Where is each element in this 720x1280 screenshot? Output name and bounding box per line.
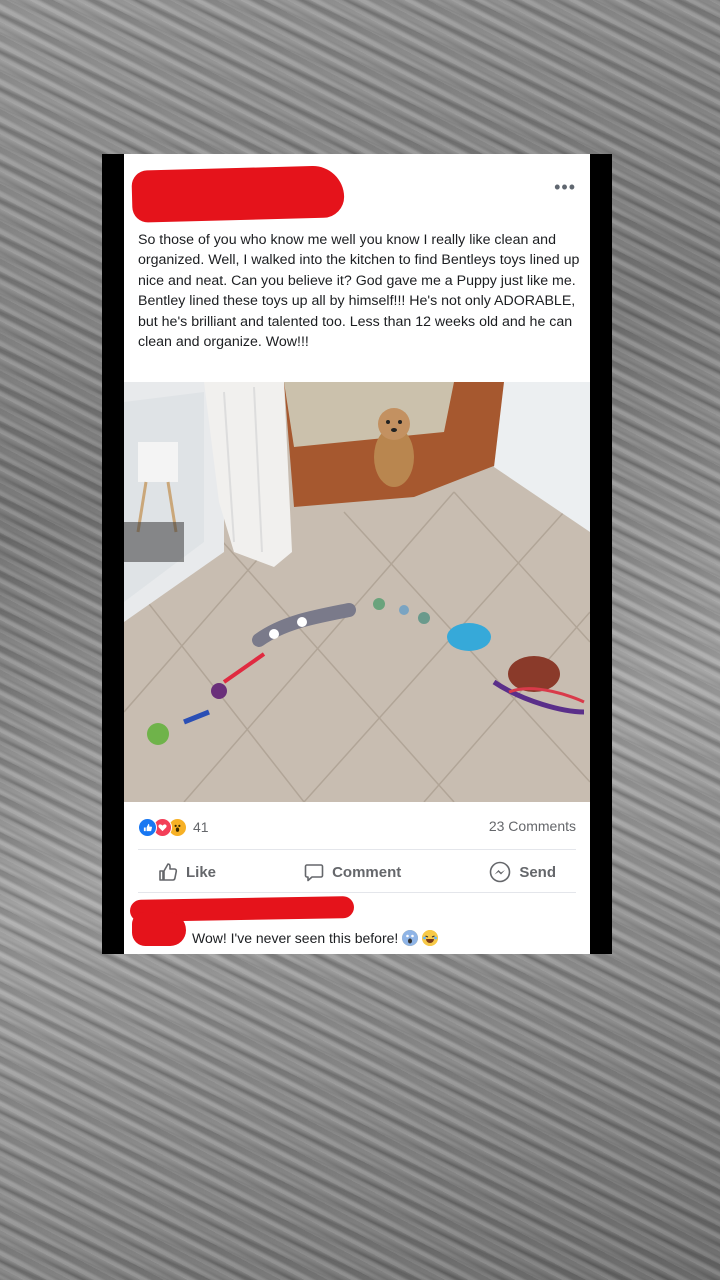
send-label: Send [519, 863, 556, 881]
thumbs-up-icon [159, 863, 178, 881]
like-label: Like [186, 863, 217, 881]
like-icon [138, 817, 157, 837]
puppy-toys-photo [124, 382, 590, 802]
comment-label: Comment [332, 863, 402, 881]
comment-text: Wow! I've never seen this before! [192, 930, 399, 946]
comment-button[interactable]: Comment [284, 862, 421, 882]
comment-body: Wow! I've never seen this before! [192, 930, 439, 946]
redacted-avatar [132, 912, 186, 946]
scream-emoji-icon [402, 930, 419, 946]
divider [138, 849, 576, 850]
like-button[interactable]: Like [138, 862, 236, 882]
comment-item: Wow! I've never seen this before! [124, 894, 590, 954]
post-actions-bar: Like Comment Send [138, 854, 576, 890]
redacted-poster-name [131, 165, 345, 223]
divider [138, 892, 576, 893]
comments-count-link[interactable]: 23 Comments [489, 818, 576, 834]
speech-bubble-icon [304, 864, 324, 882]
post-text: So those of you who know me well you kno… [138, 232, 580, 351]
reaction-count: 41 [193, 819, 209, 835]
reactions-summary[interactable]: 41 [138, 817, 209, 837]
send-button[interactable]: Send [469, 861, 576, 883]
laugh-emoji-icon [422, 930, 439, 946]
facebook-post-card: ••• So those of you who know me well you… [124, 154, 590, 954]
post-photo[interactable] [124, 382, 590, 802]
messenger-icon [490, 861, 511, 883]
more-options-button[interactable]: ••• [554, 178, 576, 196]
